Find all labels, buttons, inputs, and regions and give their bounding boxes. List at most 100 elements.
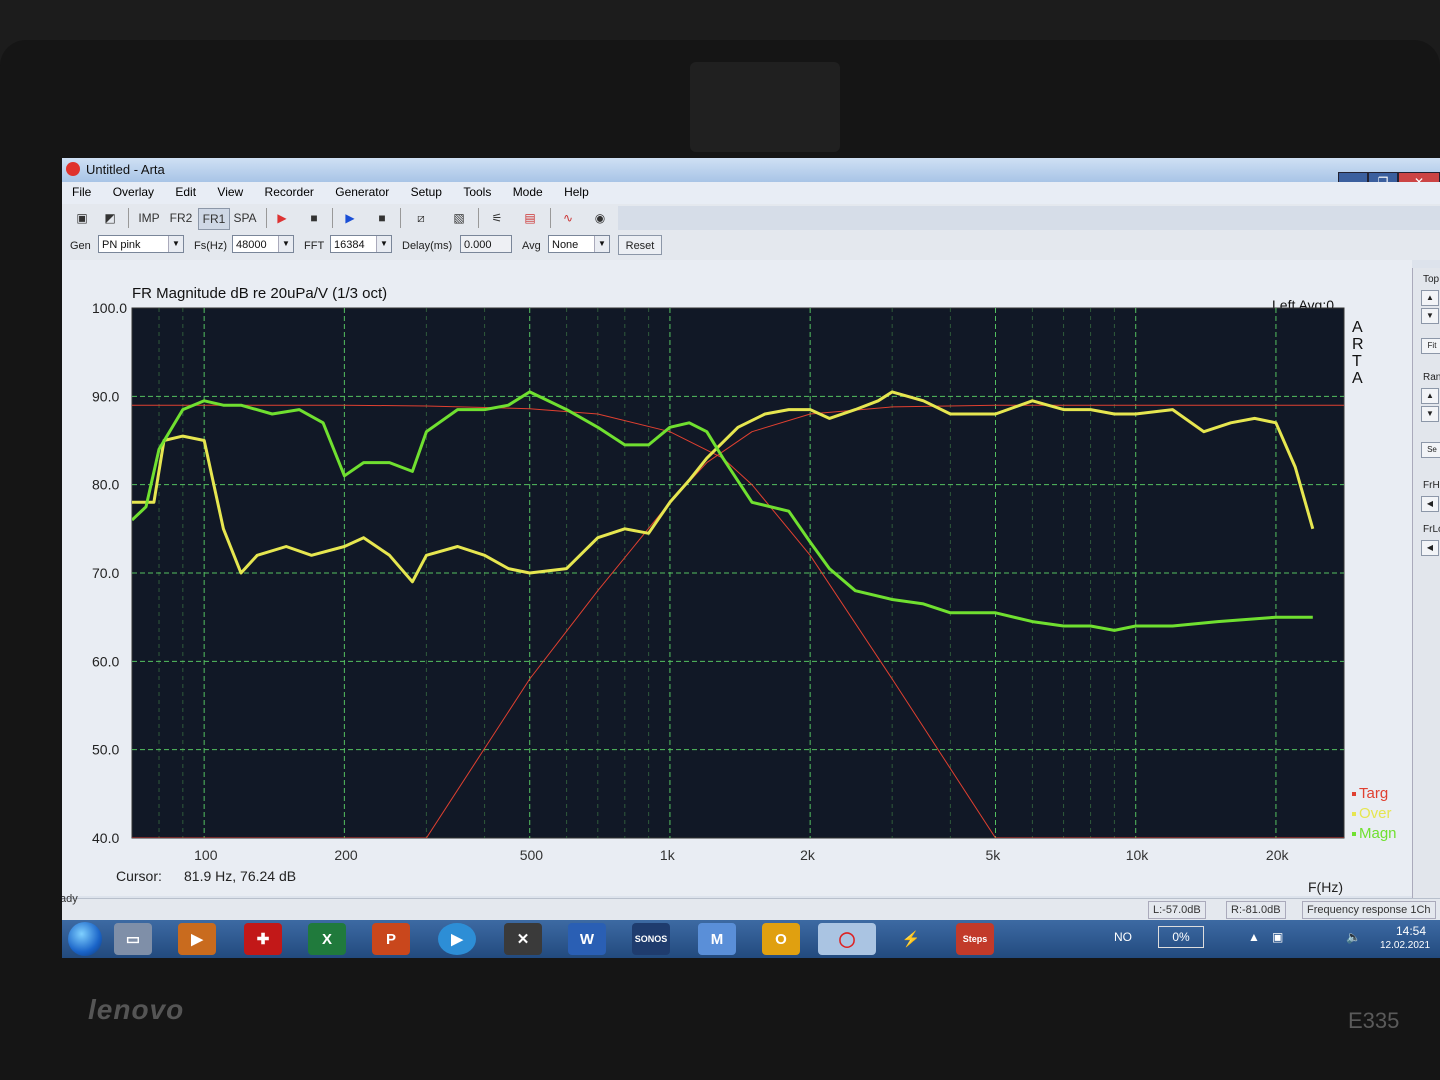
frhi-label: FrHi bbox=[1423, 480, 1440, 491]
top-down-button[interactable]: ▼ bbox=[1421, 308, 1439, 324]
x-tick-label: 500 bbox=[520, 847, 544, 863]
antivirus-icon[interactable]: ✚ bbox=[244, 923, 282, 955]
abc-icon[interactable]: ⧄ bbox=[408, 208, 434, 228]
brand-letter: R bbox=[1352, 336, 1364, 353]
frequency-response-chart[interactable]: FR Magnitude dB re 20uPa/V (1/3 oct) Lef… bbox=[62, 260, 1412, 896]
avg-select[interactable]: None ▼ bbox=[548, 235, 610, 253]
range-label: Rang bbox=[1423, 372, 1440, 383]
arta-taskbar-icon[interactable]: ◯ bbox=[818, 923, 876, 955]
frlo-label: FrLo bbox=[1423, 524, 1440, 535]
y-tick-label: 90.0 bbox=[92, 388, 119, 404]
menu-view[interactable]: View bbox=[207, 182, 251, 199]
x-axis-label: F(Hz) bbox=[1308, 879, 1343, 895]
menu-generator[interactable]: Generator bbox=[325, 182, 397, 199]
record-play-icon[interactable]: ▶ bbox=[272, 208, 292, 228]
steps-icon[interactable]: Steps bbox=[956, 923, 994, 955]
menu-file[interactable]: File bbox=[62, 182, 99, 199]
brand-letter: A bbox=[1352, 319, 1363, 336]
spectrum-icon[interactable]: ▤ bbox=[518, 208, 542, 228]
grid-icon[interactable]: ▧ bbox=[448, 208, 470, 228]
fit-button[interactable]: Fit bbox=[1421, 338, 1440, 354]
open-icon[interactable]: ▣ bbox=[72, 208, 92, 228]
excel-icon[interactable]: X bbox=[308, 923, 346, 955]
range-down-button[interactable]: ▼ bbox=[1421, 406, 1439, 422]
fft-select[interactable]: 16384 ▼ bbox=[330, 235, 392, 253]
set-button[interactable]: Se bbox=[1421, 442, 1440, 458]
explorer-icon[interactable]: ▭ bbox=[114, 923, 152, 955]
fr2-button[interactable]: FR2 bbox=[166, 208, 196, 228]
menu-setup[interactable]: Setup bbox=[401, 182, 450, 199]
right-control-panel: Top ▲ ▼ Fit Rang ▲ ▼ Se FrHi ◀ FrLo ◀ bbox=[1412, 268, 1440, 908]
fs-label: Fs(Hz) bbox=[194, 240, 227, 252]
probe-icon[interactable]: ⚟ bbox=[484, 208, 510, 228]
sine-icon[interactable]: ∿ bbox=[556, 208, 580, 228]
menu-mode[interactable]: Mode bbox=[503, 182, 551, 199]
model-label: E335 bbox=[1348, 1008, 1400, 1033]
top-label: Top bbox=[1423, 274, 1440, 285]
spa-button[interactable]: SPA bbox=[230, 208, 260, 228]
gen-value: PN pink bbox=[102, 239, 141, 251]
y-tick-label: 40.0 bbox=[92, 830, 119, 846]
menu-tools[interactable]: Tools bbox=[453, 182, 499, 199]
power-icon[interactable]: ⚡ bbox=[892, 923, 930, 955]
chart-title: FR Magnitude dB re 20uPa/V (1/3 oct) bbox=[132, 285, 387, 302]
gen-select[interactable]: PN pink ▼ bbox=[98, 235, 184, 253]
legend-entry: Targ bbox=[1359, 785, 1388, 802]
word-icon[interactable]: W bbox=[568, 923, 606, 955]
fft-label: FFT bbox=[304, 240, 325, 252]
avg-label: Avg bbox=[522, 240, 541, 252]
chevron-down-icon: ▼ bbox=[168, 236, 183, 252]
x-tick-label: 10k bbox=[1126, 847, 1150, 863]
delay-input[interactable]: 0.000 bbox=[460, 235, 512, 253]
start-button[interactable] bbox=[68, 922, 102, 956]
parameter-row: Gen PN pink ▼ Fs(Hz) 48000 ▼ FFT 16384 ▼ De… bbox=[62, 232, 1440, 260]
generator-play-icon[interactable]: ▶ bbox=[340, 208, 360, 228]
x-tick-label: 20k bbox=[1266, 847, 1290, 863]
top-up-button[interactable]: ▲ bbox=[1421, 290, 1439, 306]
toolbar: ▣ ◩ IMP FR2 FR1 SPA ▶ ■ ▶ ■ ⧄ ▧ ⚟ ▤ ∿ ◉ bbox=[62, 204, 1440, 233]
avg-value: None bbox=[552, 239, 579, 251]
fs-select[interactable]: 48000 ▼ bbox=[232, 235, 294, 253]
media-icon[interactable]: ▶ bbox=[178, 923, 216, 955]
save-icon[interactable]: ◩ bbox=[100, 208, 120, 228]
frhi-left-button[interactable]: ◀ bbox=[1421, 496, 1439, 512]
clock-time[interactable]: 14:54 bbox=[1396, 924, 1426, 938]
network-icon[interactable]: ▣ bbox=[1272, 930, 1283, 944]
imp-button[interactable]: IMP bbox=[134, 208, 164, 228]
maps-icon[interactable]: M bbox=[698, 923, 736, 955]
fs-value: 48000 bbox=[236, 239, 267, 251]
cursor-value: 81.9 Hz, 76.24 dB bbox=[184, 868, 296, 884]
menu-overlay[interactable]: Overlay bbox=[103, 182, 162, 199]
y-tick-label: 50.0 bbox=[92, 742, 119, 758]
record-stop-icon[interactable]: ■ bbox=[304, 208, 324, 228]
crossx-icon[interactable]: ✕ bbox=[504, 923, 542, 955]
y-tick-label: 100.0 bbox=[92, 300, 127, 316]
status-ready: Ready bbox=[62, 893, 78, 905]
menu-edit[interactable]: Edit bbox=[165, 182, 204, 199]
battery-indicator[interactable]: 0% bbox=[1158, 926, 1204, 948]
mode-status: Frequency response 1Ch bbox=[1302, 901, 1436, 919]
frlo-left-button[interactable]: ◀ bbox=[1421, 540, 1439, 556]
chevron-down-icon: ▼ bbox=[376, 236, 391, 252]
clock-date[interactable]: 12.02.2021 bbox=[1380, 940, 1430, 951]
menu-help[interactable]: Help bbox=[554, 182, 597, 199]
menu-recorder[interactable]: Recorder bbox=[255, 182, 322, 199]
media-player-icon[interactable]: ▶ bbox=[438, 923, 476, 955]
tray-arrow-icon[interactable]: ▲ bbox=[1248, 930, 1260, 944]
status-bar: Ready L:-57.0dB R:-81.0dB Frequency resp… bbox=[62, 893, 1440, 921]
fr1-button[interactable]: FR1 bbox=[198, 208, 230, 230]
powerpoint-icon[interactable]: P bbox=[372, 923, 410, 955]
reset-button[interactable]: Reset bbox=[618, 235, 662, 255]
chevron-down-icon: ▼ bbox=[278, 236, 293, 252]
scope-icon[interactable]: ◉ bbox=[588, 208, 612, 228]
generator-stop-icon[interactable]: ■ bbox=[372, 208, 392, 228]
sonos-icon[interactable]: SONOS bbox=[632, 923, 670, 955]
legend-swatch bbox=[1352, 812, 1356, 816]
x-tick-label: 200 bbox=[334, 847, 358, 863]
range-up-button[interactable]: ▲ bbox=[1421, 388, 1439, 404]
outlook-icon[interactable]: O bbox=[762, 923, 800, 955]
volume-icon[interactable]: 🔈 bbox=[1346, 930, 1361, 944]
x-tick-label: 100 bbox=[194, 847, 218, 863]
language-indicator[interactable]: NO bbox=[1114, 930, 1132, 944]
cursor-label: Cursor: bbox=[116, 868, 162, 884]
